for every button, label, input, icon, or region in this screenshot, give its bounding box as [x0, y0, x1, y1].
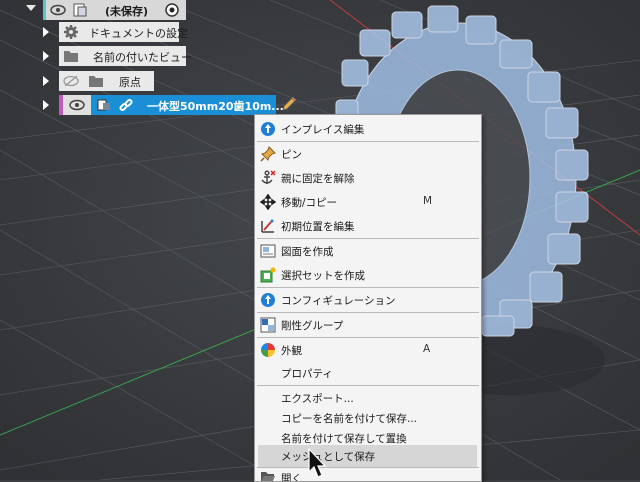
menu-separator	[257, 312, 479, 313]
pin-icon	[260, 146, 276, 162]
configuration-icon	[260, 292, 276, 308]
context-menu: インプレイス編集 ピン 親に固定を解除 移動/コピー M 初期位置を編集 図面を…	[254, 114, 482, 482]
tree-item-named-views[interactable]: 名前の付いたビュー	[59, 46, 192, 66]
menu-item-edit-in-place[interactable]: インプレイス編集	[255, 118, 481, 140]
tree-item-component-label-box[interactable]: 一体型50mm20歯10m...	[91, 95, 284, 115]
folder-icon	[62, 47, 80, 65]
expand-icon[interactable]	[43, 27, 49, 37]
activate-radio-icon[interactable]	[163, 1, 181, 19]
tree-item-label: 名前の付いたビュー	[93, 51, 192, 64]
menu-item-save-copy-as[interactable]: コピーを名前を付けて保存...	[255, 407, 481, 429]
root-component[interactable]: (未保存)	[43, 0, 186, 20]
menu-item-configuration[interactable]: コンフィギュレーション	[255, 289, 481, 311]
menu-item-save-as-mesh[interactable]: メッシュとして保存	[258, 445, 477, 467]
edit-position-icon	[260, 218, 276, 234]
shortcut-key: M	[423, 195, 433, 207]
expand-icon[interactable]	[43, 76, 49, 86]
menu-separator	[257, 337, 479, 338]
tree-item-document-settings[interactable]: ドキュメントの設定	[59, 22, 188, 42]
menu-item-unground[interactable]: 親に固定を解除	[255, 167, 481, 189]
selection-set-icon	[260, 267, 276, 283]
link-icon	[117, 96, 135, 114]
pencil-icon[interactable]	[280, 95, 298, 113]
rigid-group-icon	[260, 317, 276, 333]
menu-item-move-copy[interactable]: 移動/コピー M	[255, 191, 481, 213]
move-arrows-icon	[260, 194, 276, 210]
tree-item-label: ドキュメントの設定	[89, 27, 188, 40]
menu-separator	[257, 385, 479, 386]
menu-item-create-selection-set[interactable]: 選択セットを作成	[255, 264, 481, 286]
component-icon	[95, 96, 113, 114]
menu-item-properties[interactable]: プロパティ	[255, 362, 481, 384]
menu-separator	[257, 238, 479, 239]
menu-item-edit-initial-position[interactable]: 初期位置を編集	[255, 215, 481, 237]
eye-icon[interactable]	[49, 1, 67, 19]
anchor-icon	[260, 170, 276, 186]
document-icon	[71, 1, 89, 19]
tree-item-label: 一体型50mm20歯10m...	[147, 100, 284, 113]
menu-item-appearance[interactable]: 外観 A	[255, 339, 481, 361]
tree-item-label: 原点	[119, 76, 141, 89]
mouse-cursor-icon	[308, 448, 327, 478]
menu-item-pin[interactable]: ピン	[255, 143, 481, 165]
gear-icon	[62, 23, 80, 41]
folder-icon	[87, 72, 105, 90]
tree-item-component-selected[interactable]	[59, 95, 91, 115]
menu-item-export[interactable]: エクスポート...	[255, 387, 481, 409]
appearance-color-wheel-icon	[260, 342, 276, 358]
root-component-label: (未保存)	[105, 5, 149, 18]
edit-in-place-icon	[260, 121, 276, 137]
shortcut-key: A	[423, 343, 431, 355]
open-folder-icon	[260, 469, 276, 481]
menu-separator	[257, 287, 479, 288]
eye-icon[interactable]	[68, 96, 86, 114]
drawing-icon	[260, 243, 276, 259]
menu-item-rigid-group[interactable]: 剛性グループ	[255, 314, 481, 336]
tree-item-origin[interactable]: 原点	[59, 71, 154, 91]
eye-hidden-icon[interactable]	[62, 72, 80, 90]
expand-icon[interactable]	[43, 100, 49, 110]
menu-item-create-drawing[interactable]: 図面を作成	[255, 240, 481, 262]
menu-separator	[257, 141, 479, 142]
root-collapse-icon[interactable]	[26, 5, 36, 11]
expand-icon[interactable]	[43, 51, 49, 61]
